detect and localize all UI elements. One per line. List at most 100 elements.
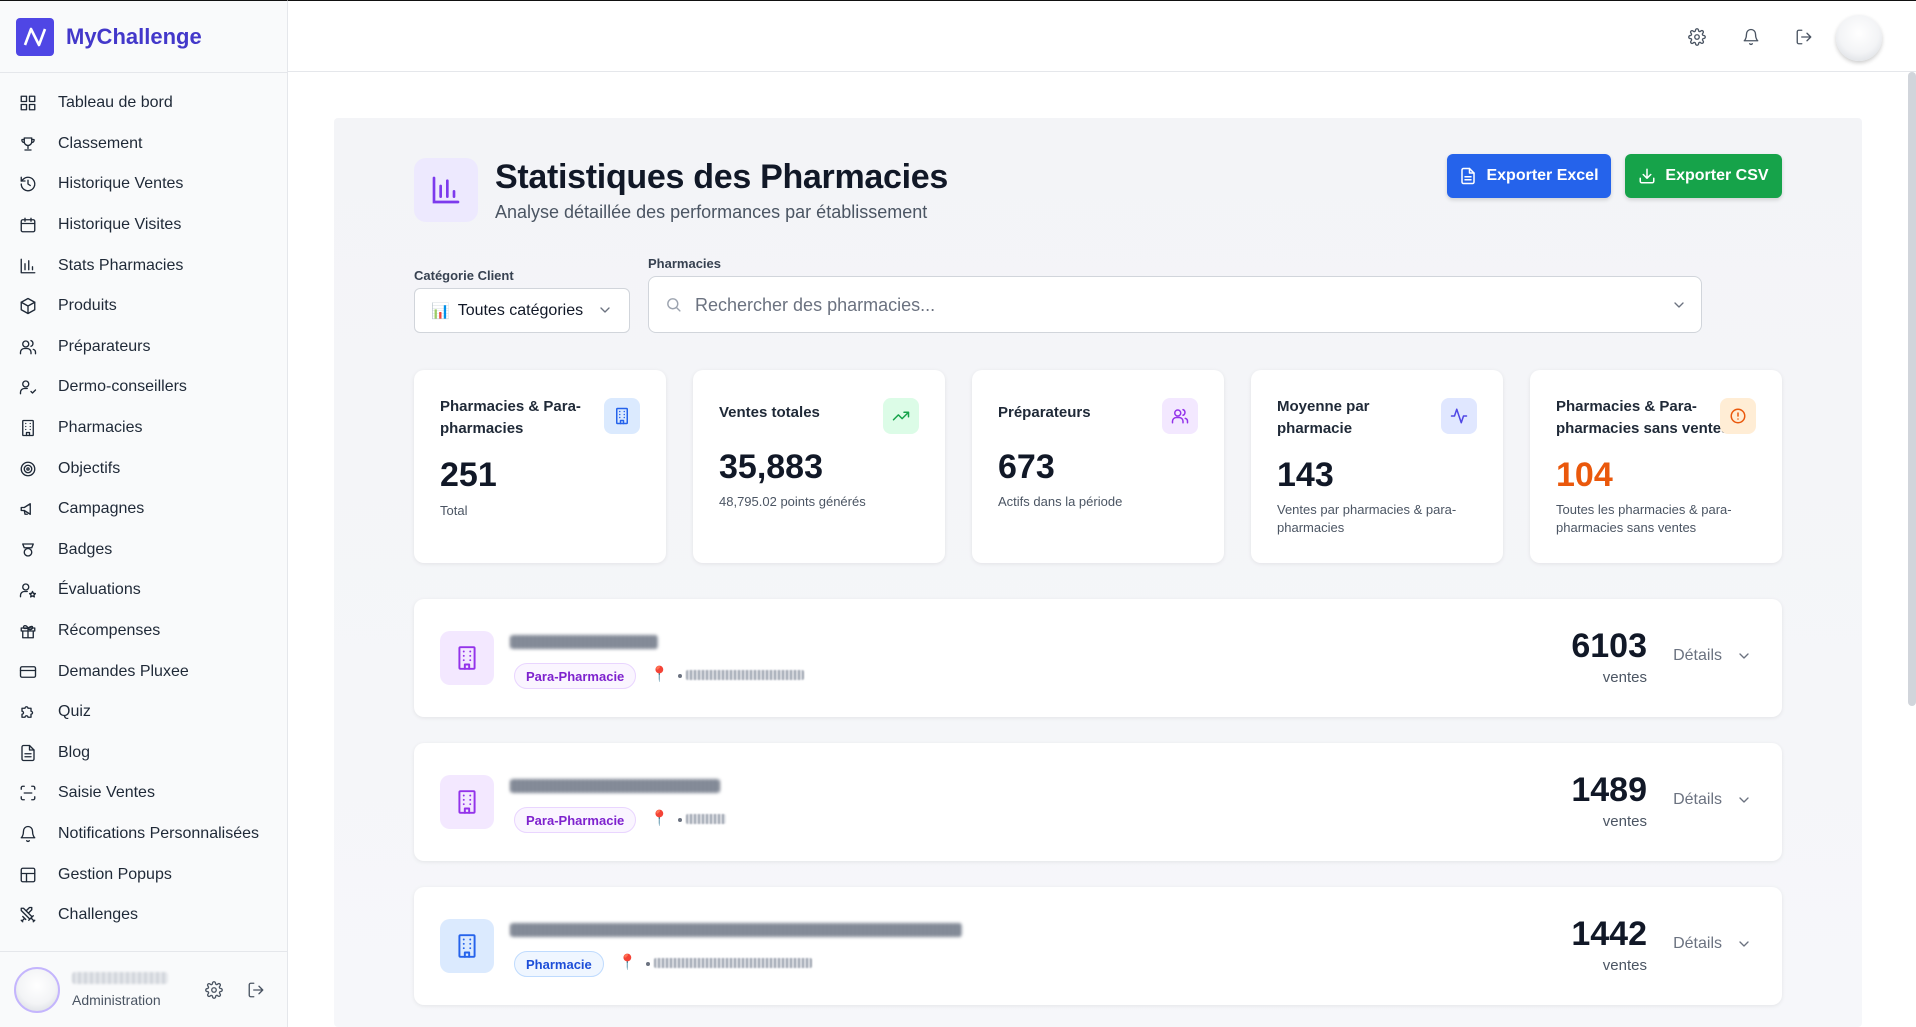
sidebar-item-pharmacies[interactable]: Pharmacies [0,408,287,449]
activity-icon [1441,398,1477,434]
sidebar-item-demandes-pluxee[interactable]: Demandes Pluxee [0,651,287,692]
details-label: Détails [1673,791,1722,808]
bell-icon[interactable] [1741,27,1761,47]
sidebar-item-notifications-personnalisees[interactable]: Notifications Personnalisées [0,814,287,855]
search-icon [665,296,682,318]
details-toggle[interactable]: Détails [1673,935,1752,953]
stat-value: 35,883 [719,448,823,486]
sidebar-item-evaluations[interactable]: Évaluations [0,570,287,611]
calendar-icon [18,215,38,235]
stat-sub: Ventes par pharmacies & para-pharmacies [1277,502,1457,535]
sidebar-item-gestion-popups[interactable]: Gestion Popups [0,854,287,895]
category-select[interactable]: 📊 Toutes catégories [414,288,630,333]
sidebar-item-objectifs[interactable]: Objectifs [0,448,287,489]
map-pin-icon: 📍 [650,666,669,683]
stat-label: Ventes totales [719,404,820,421]
sidebar-item-produits[interactable]: Produits [0,286,287,327]
megaphone-icon [18,499,38,519]
export-excel-button[interactable]: Exporter Excel [1447,154,1611,198]
separator-dot [678,818,682,822]
user-name-redacted [72,971,168,984]
avatar[interactable] [1836,15,1882,61]
pharmacies-search[interactable] [648,276,1702,333]
sidebar-item-preparateurs[interactable]: Préparateurs [0,327,287,368]
sales-unit: ventes [1602,957,1647,974]
users-icon [1162,398,1198,434]
sidebar-item-blog[interactable]: Blog [0,733,287,774]
logout-icon[interactable] [1794,27,1814,47]
sidebar-item-label: Classement [58,134,143,152]
logout-icon[interactable] [246,980,266,1000]
sidebar-item-label: Historique Ventes [58,175,184,193]
history-icon [18,174,38,194]
export-csv-button[interactable]: Exporter CSV [1625,154,1782,198]
logo-icon [16,17,54,56]
brand[interactable]: MyChallenge [0,1,287,73]
puzzle-icon [18,702,38,722]
package-icon [18,296,38,316]
pharmacy-name-redacted [510,923,962,937]
stat-card-sales: Ventes totales 35,883 48,795.02 points g… [693,370,945,563]
sidebar-item-dermo-conseillers[interactable]: Dermo-conseillers [0,367,287,408]
sidebar: MyChallenge Tableau de bord Classement H… [0,0,288,1027]
sidebar-nav: Tableau de bord Classement Historique Ve… [0,73,287,935]
stat-value: 104 [1556,456,1613,494]
details-label: Détails [1673,935,1722,952]
sidebar-item-stats-pharmacies[interactable]: Stats Pharmacies [0,245,287,286]
stat-value: 143 [1277,456,1334,494]
sidebar-item-historique-ventes[interactable]: Historique Ventes [0,164,287,205]
list-item[interactable]: Para-Pharmacie 📍 6103 ventes Détails [414,599,1782,717]
sidebar-item-badges[interactable]: Badges [0,530,287,571]
pharmacies-filter-label: Pharmacies [648,256,721,271]
sidebar-item-saisie-ventes[interactable]: Saisie Ventes [0,773,287,814]
sidebar-item-label: Quiz [58,703,91,721]
file-spreadsheet-icon [1461,167,1476,185]
list-item[interactable]: Pharmacie 📍 1442 ventes Détails [414,887,1782,1005]
chevron-down-icon[interactable] [1671,297,1687,318]
file-text-icon [18,743,38,763]
user-role: Administration [72,991,161,1008]
sidebar-item-label: Blog [58,743,91,761]
chevron-down-icon [1739,653,1749,659]
sidebar-item-tableau-de-bord[interactable]: Tableau de bord [0,83,287,124]
credit-card-icon [18,662,38,682]
chart-emoji-icon: 📊 [431,302,450,320]
stats-cards: Pharmacies & Para-pharmacies 251 Total V… [414,370,1782,563]
address-redacted [654,958,812,968]
sidebar-item-challenges[interactable]: Challenges [0,895,287,936]
sidebar-item-quiz[interactable]: Quiz [0,692,287,733]
stat-sub: 48,795.02 points générés [719,494,866,509]
address-redacted [686,814,726,824]
sidebar-item-label: Produits [58,297,117,315]
bell-icon [18,824,38,844]
type-badge: Pharmacie [514,951,604,977]
sidebar-item-label: Saisie Ventes [58,784,155,802]
gift-icon [18,621,38,641]
sidebar-item-campagnes[interactable]: Campagnes [0,489,287,530]
stat-value: 251 [440,456,497,494]
sidebar-item-label: Préparateurs [58,337,151,355]
sidebar-item-historique-visites[interactable]: Historique Visites [0,205,287,246]
avatar[interactable] [14,966,60,1013]
app-name: MyChallenge [66,23,202,49]
map-pin-icon: 📍 [650,810,669,827]
building-icon [18,418,38,438]
gear-icon[interactable] [1687,27,1707,47]
details-toggle[interactable]: Détails [1673,791,1752,809]
pharmacies-search-input[interactable] [695,289,1595,321]
scrollbar[interactable] [1908,72,1916,706]
trophy-icon [18,134,38,154]
sidebar-item-classement[interactable]: Classement [0,124,287,165]
list-item[interactable]: Para-Pharmacie 📍 1489 ventes Détails [414,743,1782,861]
sales-count: 1489 [1571,771,1647,809]
type-badge: Para-Pharmacie [514,807,637,833]
scan-icon [18,783,38,803]
chevron-down-icon [1739,797,1749,803]
page-subtitle: Analyse détaillée des performances par é… [495,202,928,222]
details-toggle[interactable]: Détails [1673,647,1752,665]
sidebar-item-recompenses[interactable]: Récompenses [0,611,287,652]
building-icon [604,398,640,434]
gear-icon[interactable] [204,980,224,1000]
sidebar-item-label: Gestion Popups [58,865,172,883]
trending-up-icon [883,398,919,434]
